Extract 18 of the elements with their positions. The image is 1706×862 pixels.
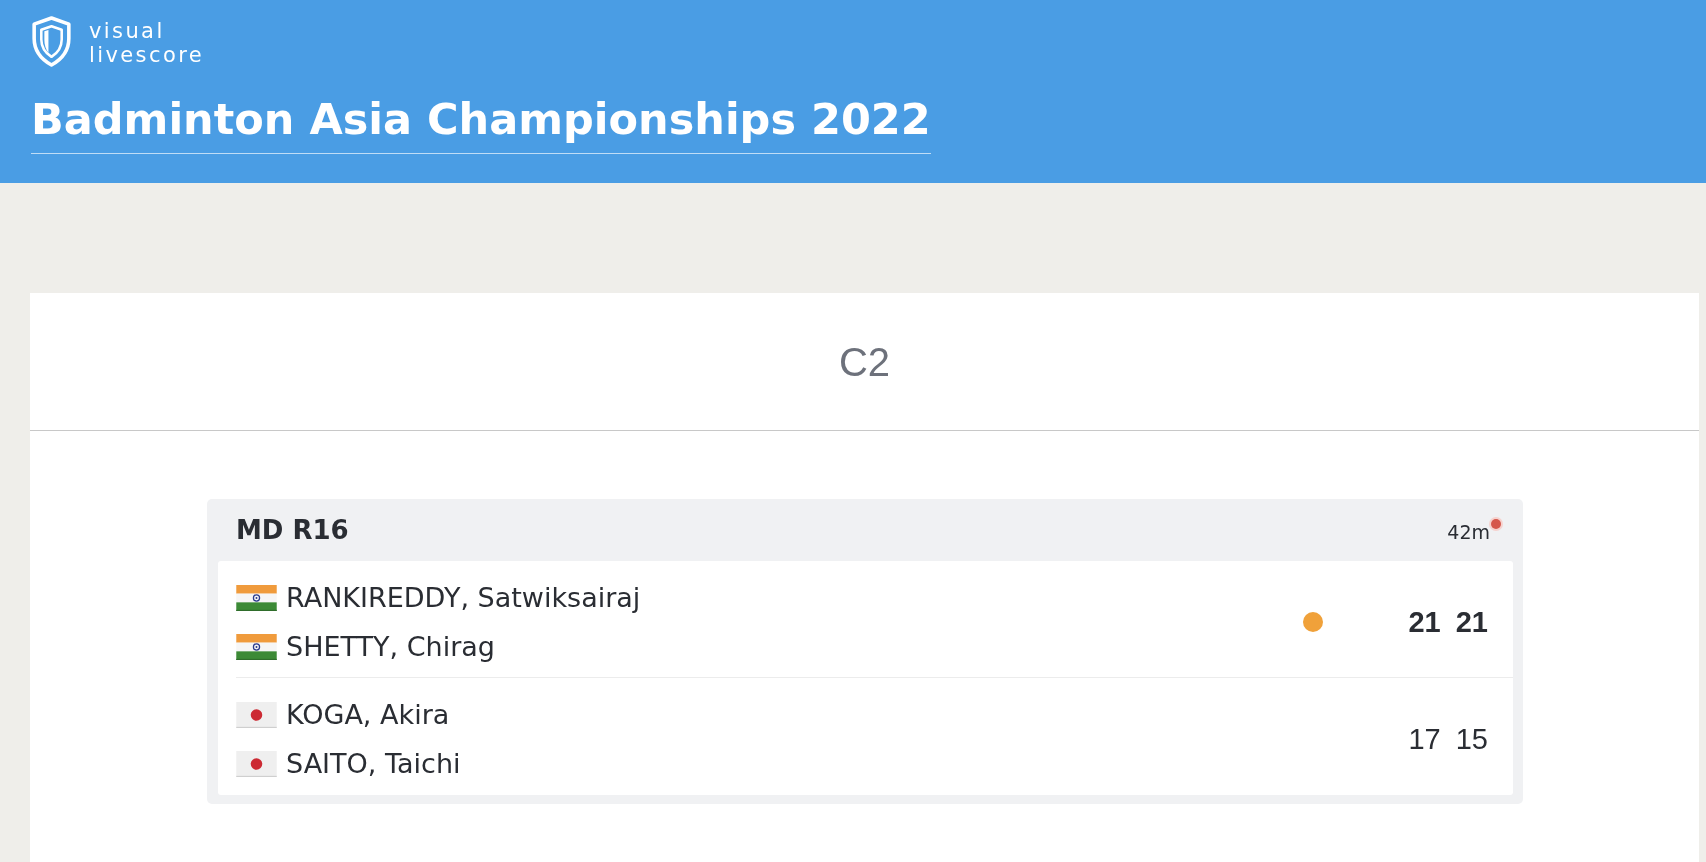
player-name: KOGA, Akira — [286, 699, 450, 730]
japan-flag-icon — [236, 750, 277, 777]
court-name: C2 — [838, 338, 891, 386]
logo-text[interactable]: visual livescore — [89, 19, 229, 67]
player-name: SAITO, Taichi — [286, 748, 461, 779]
india-flag-icon — [236, 633, 277, 660]
player-name: RANKIREDDY, Satwiksairaj — [286, 582, 641, 613]
japan-flag-icon — [236, 701, 277, 728]
player-name: SHETTY, Chirag — [286, 631, 495, 662]
game-score: 21 — [1408, 605, 1441, 639]
tournament-title-link[interactable]: Badminton Asia Championships 2022 — [31, 92, 931, 154]
game-score: 17 — [1408, 722, 1441, 756]
shield-logo-icon[interactable] — [31, 15, 72, 67]
match-duration: 42m — [1447, 521, 1490, 543]
india-flag-icon — [236, 584, 277, 611]
match-event: MD R16 — [236, 515, 350, 545]
game-score: 15 — [1455, 722, 1488, 756]
game-score: 21 — [1455, 605, 1488, 639]
